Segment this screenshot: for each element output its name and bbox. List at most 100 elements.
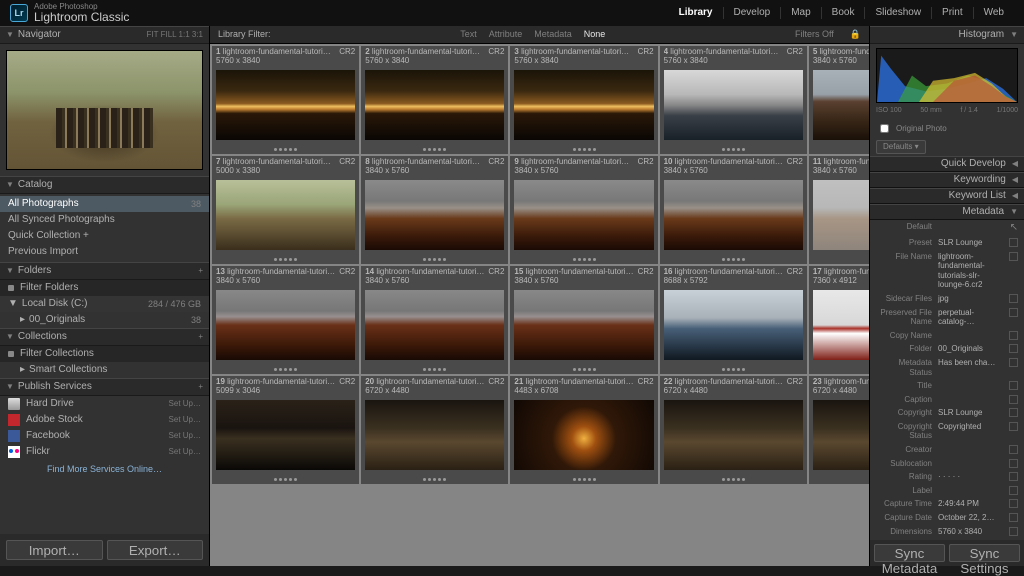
action-icon[interactable] [1009,238,1018,247]
thumb-image[interactable] [664,70,803,140]
metadata-default-row[interactable]: Default ↖ [870,220,1024,236]
thumb-image[interactable] [664,290,803,360]
module-develop[interactable]: Develop [724,7,782,19]
thumb-image[interactable] [813,180,869,250]
filter-tab-attribute[interactable]: Attribute [489,29,523,39]
action-icon[interactable] [1009,459,1018,468]
catalog-item[interactable]: All Synced Photographs [0,212,209,228]
thumb-image[interactable] [514,400,653,470]
export-button[interactable]: Export… [107,540,204,560]
publish-service[interactable]: FlickrSet Up… [0,444,209,460]
thumb-image[interactable] [365,180,504,250]
metadata-row[interactable]: Rating· · · · · [870,470,1024,484]
thumb-image[interactable] [216,180,355,250]
thumb-image[interactable] [664,180,803,250]
metadata-row[interactable]: Caption [870,393,1024,407]
metadata-row[interactable]: File Namelightroom-fundamental-tutorials… [870,250,1024,292]
metadata-row[interactable]: Copy Name [870,329,1024,343]
publish-setup-link[interactable]: Set Up… [169,399,201,409]
catalog-item[interactable]: Quick Collection + [0,228,209,244]
thumb-image[interactable] [365,70,504,140]
publish-setup-link[interactable]: Set Up… [169,415,201,425]
publish-service[interactable]: Hard DriveSet Up… [0,396,209,412]
metadata-row[interactable]: Sidecar Filesjpg [870,292,1024,306]
right-section-keywording[interactable]: Keywording◀ [870,172,1024,188]
metadata-preset-row[interactable]: Preset SLR Lounge [870,236,1024,250]
publish-header[interactable]: ▼ Publish Services + [0,378,209,396]
thumb-image[interactable] [813,400,869,470]
publish-setup-link[interactable]: Set Up… [169,447,201,457]
publish-setup-link[interactable]: Set Up… [169,431,201,441]
filters-off-toggle[interactable]: Filters Off [795,29,834,40]
action-icon[interactable] [1009,331,1018,340]
thumbnail-cell[interactable]: 17 lightroom-fundamental-tutori…7360 x 4… [809,266,869,374]
metadata-row[interactable]: Sublocation [870,457,1024,471]
grid-scroll[interactable]: 1 lightroom-fundamental-tutori…5760 x 38… [210,44,869,566]
action-icon[interactable] [1009,527,1018,536]
action-icon[interactable] [1009,395,1018,404]
module-library[interactable]: Library [669,7,724,19]
filter-tab-text[interactable]: Text [460,29,477,39]
action-icon[interactable] [1009,472,1018,481]
metadata-row[interactable]: Copyright StatusCopyrighted [870,420,1024,443]
collection-item[interactable]: ▸Smart Collections [0,362,209,378]
thumb-image[interactable] [664,400,803,470]
thumbnail-cell[interactable]: 21 lightroom-fundamental-tutori…4483 x 6… [510,376,657,484]
folders-header[interactable]: ▼ Folders + [0,262,209,280]
thumbnail-cell[interactable]: 7 lightroom-fundamental-tutori…5000 x 33… [212,156,359,264]
plus-icon[interactable]: + [198,332,203,342]
thumbnail-cell[interactable]: 9 lightroom-fundamental-tutori…3840 x 57… [510,156,657,264]
metadata-row[interactable]: Dimensions5760 x 3840 [870,525,1024,539]
right-section-metadata[interactable]: Metadata▼ [870,204,1024,220]
module-map[interactable]: Map [781,7,821,19]
thumbnail-cell[interactable]: 20 lightroom-fundamental-tutori…6720 x 4… [361,376,508,484]
metadata-row[interactable]: Metadata StatusHas been cha… [870,356,1024,379]
thumb-image[interactable] [216,70,355,140]
find-more-services-link[interactable]: Find More Services Online… [0,460,209,479]
action-icon[interactable] [1009,486,1018,495]
action-icon[interactable] [1009,358,1018,367]
thumbnail-cell[interactable]: 22 lightroom-fundamental-tutori…6720 x 4… [660,376,807,484]
folders-filter[interactable]: Filter Folders [0,280,209,296]
catalog-header[interactable]: ▼ Catalog [0,176,209,194]
action-icon[interactable] [1009,308,1018,317]
navigator-preview[interactable] [6,50,203,170]
module-slideshow[interactable]: Slideshow [865,7,932,19]
collections-filter[interactable]: Filter Collections [0,346,209,362]
catalog-item[interactable]: Previous Import [0,244,209,260]
thumbnail-cell[interactable]: 23 lightroom-fundamental-tutori…6720 x 4… [809,376,869,484]
action-icon[interactable] [1009,408,1018,417]
metadata-row[interactable]: Folder00_Originals [870,342,1024,356]
thumbnail-cell[interactable]: 14 lightroom-fundamental-tutori…3840 x 5… [361,266,508,374]
original-photo-check[interactable] [880,124,889,133]
histogram-plot[interactable] [876,48,1018,103]
thumb-image[interactable] [365,400,504,470]
metadata-row[interactable]: Label [870,484,1024,498]
thumbnail-cell[interactable]: 2 lightroom-fundamental-tutori…5760 x 38… [361,46,508,154]
metadata-row[interactable]: Capture DateOctober 22, 2… [870,511,1024,525]
action-icon[interactable] [1009,499,1018,508]
right-section-quick-develop[interactable]: Quick Develop◀ [870,156,1024,172]
thumb-image[interactable] [216,400,355,470]
metadata-row[interactable]: CopyrightSLR Lounge [870,406,1024,420]
thumbnail-cell[interactable]: 3 lightroom-fundamental-tutori…5760 x 38… [510,46,657,154]
sync-metadata-button[interactable]: Sync Metadata [874,544,945,562]
thumbnail-cell[interactable]: 4 lightroom-fundamental-tutori…5760 x 38… [660,46,807,154]
action-icon[interactable] [1009,445,1018,454]
thumbnail-cell[interactable]: 16 lightroom-fundamental-tutori…8688 x 5… [660,266,807,374]
module-web[interactable]: Web [974,7,1014,19]
sync-settings-button[interactable]: Sync Settings [949,544,1020,562]
right-section-keyword-list[interactable]: Keyword List◀ [870,188,1024,204]
lock-icon[interactable]: 🔒 [850,29,861,40]
thumb-image[interactable] [216,290,355,360]
import-button[interactable]: Import… [6,540,103,560]
thumb-image[interactable] [813,290,869,360]
metadata-row[interactable]: Capture Time2:49:44 PM [870,497,1024,511]
thumbnail-cell[interactable]: 11 lightroom-fundamental-tutori…3840 x 5… [809,156,869,264]
action-icon[interactable] [1009,294,1018,303]
thumbnail-cell[interactable]: 13 lightroom-fundamental-tutori…3840 x 5… [212,266,359,374]
plus-icon[interactable]: + [198,382,203,392]
plus-icon[interactable]: + [198,266,203,276]
thumb-image[interactable] [514,70,653,140]
thumbnail-cell[interactable]: 10 lightroom-fundamental-tutori…3840 x 5… [660,156,807,264]
